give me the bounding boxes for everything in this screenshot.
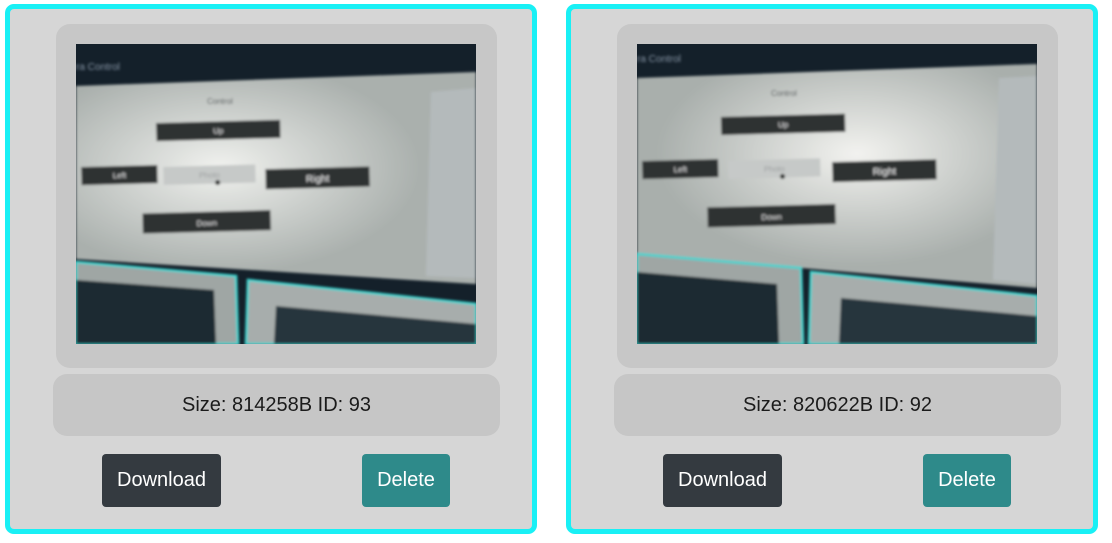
image-info: Size: 814258B ID: 93 [53,374,500,436]
delete-button[interactable]: Delete [923,454,1011,507]
captured-photo: ra Control Control Up Left Photo Right D… [637,44,1037,344]
image-info: Size: 820622B ID: 92 [614,374,1061,436]
photo-frame: ra Control Control Up Left Photo Right D… [56,24,497,368]
screen-title: ra Control [637,54,681,65]
screen-right-label: Right [873,166,897,178]
screen-photo-label: Photo [199,170,221,180]
screen-heading: Control [771,89,797,98]
screen-title: ra Control [76,62,120,73]
screen-right-label: Right [306,174,330,186]
photo-frame: ra Control Control Up Left Photo Right D… [617,24,1058,368]
download-button[interactable]: Download [663,454,782,507]
image-card: ra Control Control Up Left Photo Right D… [566,4,1098,534]
screen-up-label: Up [778,120,789,129]
download-button[interactable]: Download [102,454,221,507]
screen-photo-label: Photo [764,164,786,174]
screen-left-label: Left [113,171,127,180]
screen-left-label: Left [674,165,688,174]
screen-down-label: Down [196,219,217,229]
image-card: ra Control Control Up Left Photo Right D… [5,4,537,534]
screen-down-label: Down [761,212,782,222]
delete-button[interactable]: Delete [362,454,450,507]
screen-up-label: Up [213,126,224,135]
screen-heading: Control [207,97,233,106]
captured-photo: ra Control Control Up Left Photo Right D… [76,44,476,344]
